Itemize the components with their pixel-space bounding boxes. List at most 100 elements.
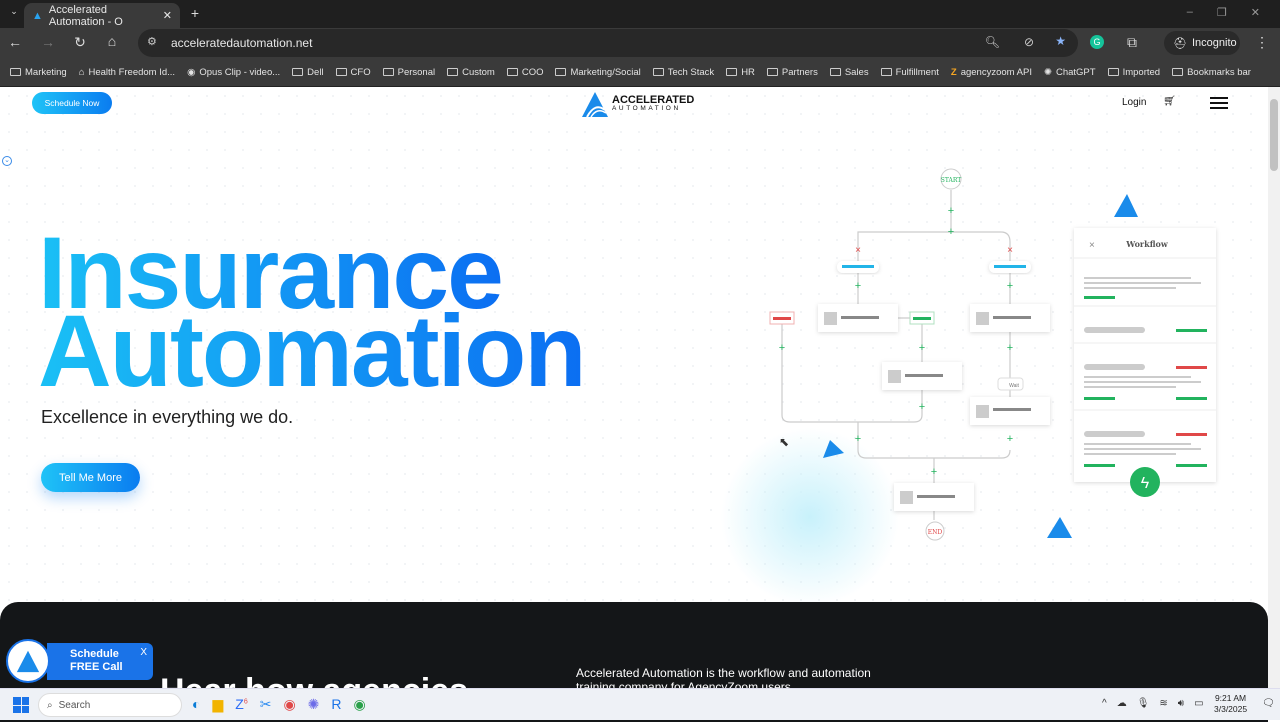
folder-icon <box>335 68 347 76</box>
mic-icon: 🎙︎ <box>1136 698 1150 709</box>
hero-subtitle: Excellence in everything we do. <box>41 407 294 427</box>
tab-title: Accelerated Automation - O <box>48 3 123 28</box>
svg-text:+: + <box>948 205 954 217</box>
extensions-icon[interactable]: ⧉ <box>1122 34 1142 51</box>
forward-icon[interactable]: → <box>38 34 58 50</box>
restore-icon[interactable]: ❐ <box>1217 6 1227 19</box>
bookmark-partners[interactable]: Partners <box>766 67 818 78</box>
onedrive-icon: ☁ <box>1116 698 1127 709</box>
tab-search-chevron-icon[interactable]: ⌄ <box>4 6 24 17</box>
folder-icon <box>766 68 778 76</box>
bookmark-custom[interactable]: Custom <box>447 67 495 78</box>
svg-text:+: + <box>1007 280 1013 292</box>
windows-start-icon[interactable] <box>13 697 29 713</box>
reload-icon[interactable]: ↻ <box>70 34 90 51</box>
site-settings-icon[interactable]: ⚙ <box>147 35 157 48</box>
file-explorer-icon[interactable]: ▆ <box>212 696 223 713</box>
bookmark-health-freedom[interactable]: ⌂ Health Freedom Id... <box>79 67 175 78</box>
wait-node: Wait <box>997 377 1024 391</box>
page-scrollbar[interactable] <box>1268 87 1280 688</box>
bookmark-marketing-social[interactable]: Marketing/Social <box>555 67 641 78</box>
folder-icon <box>726 68 738 76</box>
bookmark-fulfillment[interactable]: Fulfillment <box>880 67 939 78</box>
folder-icon <box>447 68 459 76</box>
bookmark-star-icon[interactable]: ★ <box>1055 34 1066 48</box>
svg-text:+: + <box>948 226 954 238</box>
folder-icon <box>555 68 567 76</box>
bookmark-imported[interactable]: Imported <box>1107 67 1160 78</box>
taskbar-search[interactable]: ⌕ Search <box>38 693 182 717</box>
back-icon[interactable]: ← <box>5 34 25 50</box>
logo-mark-icon <box>582 92 608 118</box>
svg-text:×: × <box>855 245 861 256</box>
volume-icon: 🔊︎ <box>1177 698 1185 709</box>
bookmark-opus-clip[interactable]: ◉ Opus Clip - video... <box>187 67 280 78</box>
widget-close-icon[interactable]: X <box>140 646 147 659</box>
expand-chevron-icon[interactable]: ⌄ <box>2 156 12 166</box>
tell-me-more-button[interactable]: Tell Me More <box>41 463 140 492</box>
r-app-icon[interactable]: R <box>331 696 341 713</box>
bookmark-coo[interactable]: COO <box>506 67 543 78</box>
bookmark-chatgpt[interactable]: ✺ ChatGPT <box>1044 67 1096 78</box>
folder-icon <box>506 68 518 76</box>
bookmark-marketing[interactable]: Marketing <box>10 67 67 78</box>
folder-icon <box>829 68 841 76</box>
new-tab-icon[interactable]: + <box>185 5 205 21</box>
bookmark-tech-stack[interactable]: Tech Stack <box>652 67 714 78</box>
add-step-icons: + + + + + + + + + + + <box>779 205 1013 478</box>
bookmark-dell[interactable]: Dell <box>292 67 324 78</box>
bookmark-sales[interactable]: Sales <box>829 67 869 78</box>
grammarly-extension-icon[interactable]: G <box>1090 35 1104 49</box>
widget-logo-icon[interactable] <box>6 639 50 683</box>
bookmark-cfo[interactable]: CFO <box>335 67 371 78</box>
svg-text:+: + <box>855 280 861 292</box>
svg-text:+: + <box>919 342 925 354</box>
snipping-tool-icon[interactable]: ✂ <box>260 696 272 713</box>
zoom-icon[interactable]: 🔍︎ <box>985 35 1000 49</box>
cart-icon[interactable]: 🛒︎ <box>1163 96 1176 107</box>
home-icon[interactable]: ⌂ <box>102 33 122 49</box>
folder-icon <box>880 68 892 76</box>
site-logo[interactable]: ACCELERATED AUTOMATION <box>581 90 694 118</box>
chatgpt-icon: ✺ <box>1044 66 1052 78</box>
agencyzoom-icon: Z <box>950 66 957 78</box>
folder-icon <box>1107 68 1119 76</box>
schedule-now-button[interactable]: Schedule Now <box>32 92 112 114</box>
eye-off-icon[interactable]: ⊘ <box>1024 35 1034 49</box>
scrollbar-thumb[interactable] <box>1270 99 1278 171</box>
notifications-icon[interactable]: 🗨︎ <box>1262 698 1275 709</box>
svg-text:Wait: Wait <box>1009 383 1019 389</box>
folder-icon <box>1172 68 1184 76</box>
hero-title-line2: Automation <box>38 294 587 408</box>
bookmark-personal[interactable]: Personal <box>382 67 435 78</box>
address-bar[interactable]: ⚙ acceleratedautomation.net 🔍︎ ⊘ ★ <box>138 29 1078 57</box>
menu-kebab-icon[interactable]: ⋮ <box>1252 34 1272 51</box>
bookmark-hr[interactable]: HR <box>726 67 755 78</box>
reject-icons: × × <box>855 245 1013 256</box>
chrome-icon[interactable]: ◉ <box>283 696 295 713</box>
bookmarks-bar: Marketing ⌂ Health Freedom Id... ◉ Opus Cl… <box>0 58 1280 87</box>
chrome-incognito-icon[interactable]: ◉ <box>354 696 366 713</box>
site-icon: ⌂ <box>78 66 85 78</box>
browser-tab[interactable]: ▲ Accelerated Automation - O ✕ <box>24 3 180 28</box>
clock[interactable]: 9:21 AM 3/3/2025 <box>1214 693 1247 715</box>
folder-icon <box>382 68 394 76</box>
minimize-icon[interactable]: – <box>1187 6 1193 19</box>
edge-icon[interactable]: ◐ <box>192 696 200 713</box>
settings-icon[interactable]: ✺ <box>308 696 320 713</box>
system-tray[interactable]: ^ ☁ 🎙︎ ≋ 🔊︎ ▭ <box>1102 698 1204 709</box>
mouse-cursor-icon: ⬉ <box>779 435 790 449</box>
bookmark-bookmarks-bar[interactable]: Bookmarks bar <box>1172 67 1251 78</box>
svg-text:+: + <box>1007 342 1013 354</box>
incognito-profile-button[interactable]: ⛑ Incognito <box>1164 31 1240 55</box>
zoom-app-icon[interactable]: Z6 <box>235 696 247 713</box>
hamburger-menu-icon[interactable] <box>1210 97 1228 109</box>
folder-icon <box>652 68 664 76</box>
login-link[interactable]: Login <box>1122 97 1146 108</box>
schedule-free-call-widget[interactable]: Schedule FREE Call X <box>47 643 153 680</box>
bookmark-agencyzoom-api[interactable]: Zagencyzoom API <box>951 67 1032 78</box>
svg-text:+: + <box>855 433 861 445</box>
url-text: acceleratedautomation.net <box>171 36 313 50</box>
tab-close-icon[interactable]: ✕ <box>163 9 172 22</box>
close-window-icon[interactable]: ✕ <box>1251 6 1260 19</box>
